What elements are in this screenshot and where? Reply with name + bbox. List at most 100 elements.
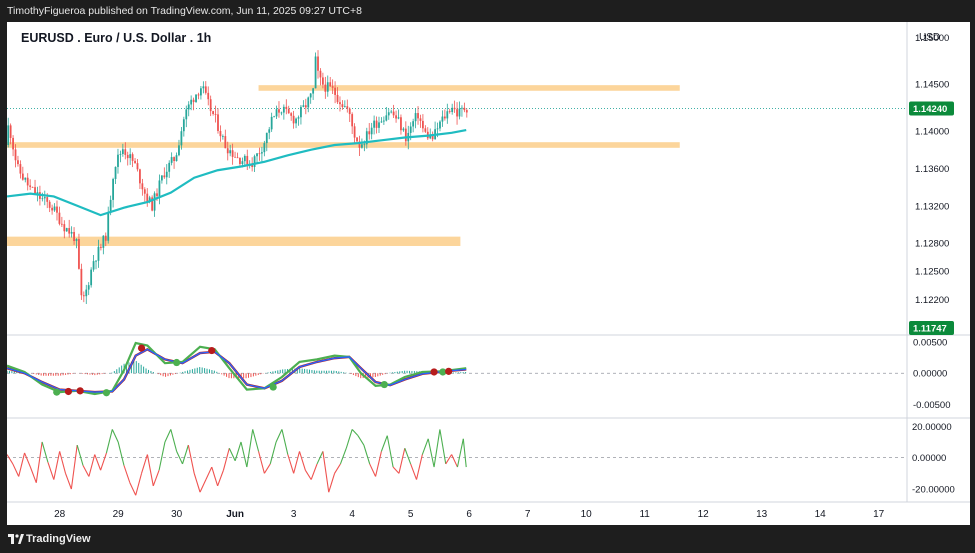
candle-body [375, 120, 378, 128]
chart-svg[interactable]: 1.150001.145001.140001.136001.132001.128… [6, 22, 970, 525]
last-price-label: 1.14240 [913, 104, 947, 115]
candle-body [341, 104, 344, 107]
candle-body [160, 175, 163, 181]
candle-body [63, 224, 66, 232]
oscillator-segment [281, 429, 289, 455]
candle-body [258, 153, 261, 155]
candle-body [190, 99, 193, 105]
candle-body [131, 154, 134, 161]
chart-area[interactable]: 1.15000 1.14500 1.14000 1.13600 1.13200 1.128… [6, 22, 970, 525]
oscillator-segment [339, 448, 347, 465]
oscillator-segment [298, 451, 306, 471]
candle-body [99, 246, 102, 248]
candle-body [402, 128, 405, 131]
candle-body [446, 111, 449, 119]
candle-body [221, 136, 224, 137]
candle-body [273, 116, 276, 118]
candle-body [12, 137, 14, 150]
candle-body [351, 114, 354, 127]
candle-body [87, 285, 90, 290]
candle-body [256, 153, 258, 157]
candle-body [458, 108, 461, 117]
price-axis[interactable]: 1.150001.145001.140001.136001.132001.128… [909, 33, 955, 496]
time-tick-label: 11 [639, 509, 650, 520]
oscillator-segment [275, 429, 283, 443]
candle-body [465, 110, 468, 113]
oscillator-segment [135, 473, 143, 496]
oscillator-segment [152, 470, 160, 487]
candle-body [173, 157, 175, 162]
macd-cross-dot [53, 388, 61, 396]
oscillator-segment [386, 435, 394, 468]
candle-body [139, 169, 141, 184]
macd-pane[interactable] [6, 341, 907, 397]
macd-signal-line-shadow [6, 347, 467, 394]
resistance-zone [258, 85, 680, 91]
oscillator-segment [64, 473, 72, 490]
candle-body [385, 115, 388, 121]
candle-body [204, 86, 207, 93]
oscillator-segment [328, 473, 336, 493]
oscillator-segment [398, 448, 406, 474]
oscillator-segment [35, 441, 43, 483]
candle-body [253, 156, 256, 167]
candle-body [107, 212, 110, 241]
candle-body [314, 56, 317, 89]
candle-body [334, 87, 336, 95]
macd-cross-dot [269, 383, 277, 391]
oscillator-pane[interactable] [6, 429, 907, 496]
candle-body [239, 157, 241, 164]
candle-body [229, 150, 232, 154]
candle-body [282, 106, 285, 113]
candle-body [31, 186, 34, 188]
candle-body [317, 56, 319, 71]
candle-body [153, 193, 156, 211]
candle-body [158, 180, 161, 197]
candle-body [17, 160, 19, 165]
candle-body [51, 207, 54, 211]
candle-body [392, 111, 395, 116]
oscillator-segment [205, 466, 213, 480]
oscillator-segment [164, 429, 172, 443]
oscillator-segment [146, 454, 154, 486]
candle-body [326, 82, 329, 92]
candle-body [75, 239, 78, 242]
brand-bar: TradingView [0, 525, 975, 553]
candle-body [68, 228, 71, 234]
candle-body [65, 228, 68, 232]
candle-body [136, 163, 139, 170]
oscillator-segment [357, 435, 365, 446]
candle-body [290, 113, 293, 116]
oscillator-segment [263, 463, 271, 474]
candle-body [80, 268, 83, 296]
candle-body [263, 143, 266, 153]
candle-body [217, 114, 219, 131]
candle-body [224, 136, 227, 149]
oscillator-segment [433, 429, 441, 468]
oscillator-segment [439, 429, 447, 465]
time-tick-label: 12 [698, 509, 710, 520]
candle-body [336, 94, 339, 103]
macd-cross-dot [137, 344, 146, 352]
candle-body [41, 198, 44, 200]
oscillator-segment [12, 463, 20, 477]
extra-price-label: 1.11747 [913, 324, 947, 335]
time-tick-label: 29 [113, 509, 125, 520]
time-axis[interactable]: 28 29 30 Jun 3 4 5 6 7 10 11 12 13 14 17 [54, 509, 885, 520]
oscillator-segment [269, 441, 277, 465]
candle-body [26, 177, 29, 186]
candle-body [353, 126, 356, 138]
candle-body [7, 125, 10, 146]
candle-body [56, 206, 58, 213]
candle-body [414, 113, 417, 122]
oscillator-segment [47, 462, 55, 480]
oscillator-segment [234, 441, 242, 461]
macd-cross-dot [76, 387, 84, 395]
candle-body [285, 106, 288, 109]
candle-body [29, 185, 32, 187]
time-tick-label: 7 [525, 509, 531, 520]
time-tick-label: 10 [581, 509, 593, 520]
price-tick-label: 1.14000 [915, 126, 949, 137]
oscillator-segment [334, 463, 341, 474]
candle-body [448, 111, 451, 113]
